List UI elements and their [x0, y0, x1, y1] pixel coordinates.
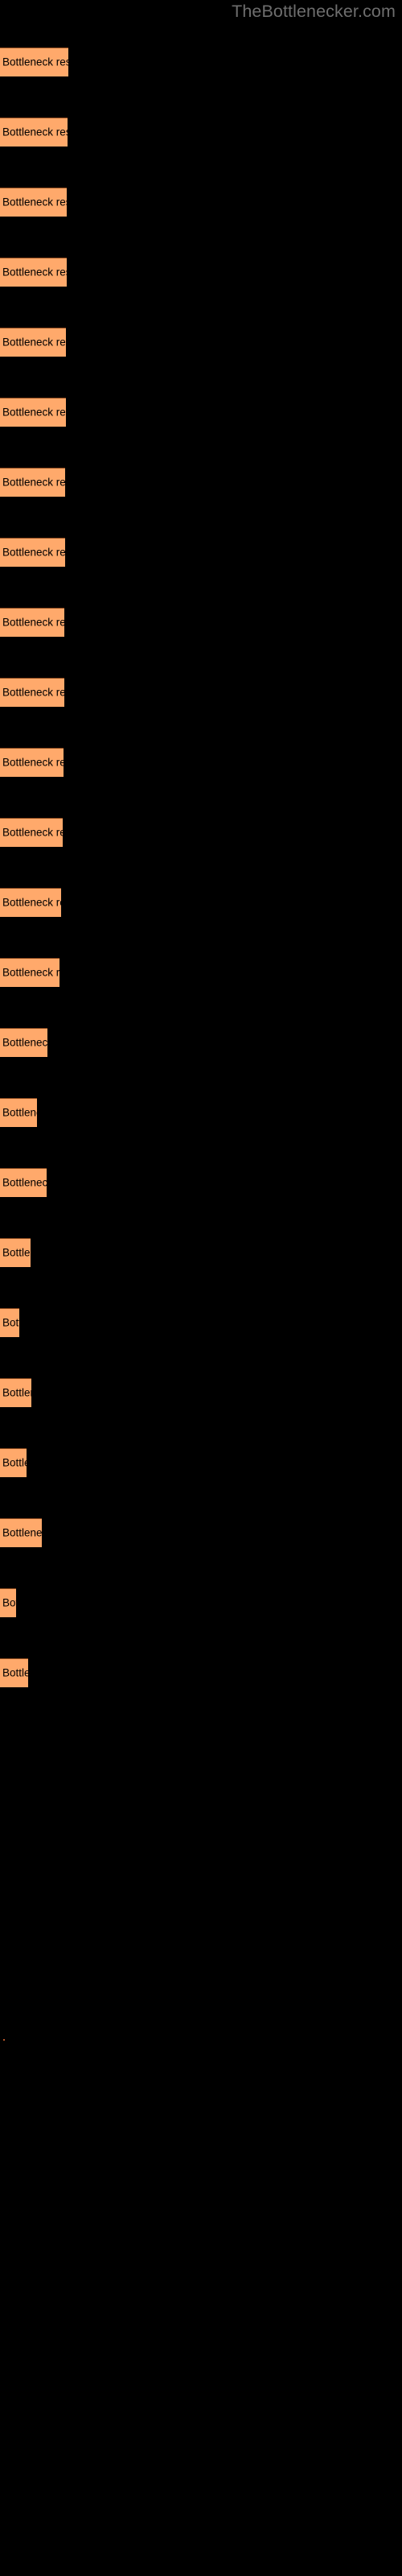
bar-fill — [0, 1658, 28, 1687]
bar-clip: Bottleneck result — [0, 1238, 31, 1267]
bar-fill — [0, 1168, 47, 1197]
bar-row: Bottleneck result — [0, 748, 64, 777]
bar-clip: Bottleneck result — [0, 1658, 28, 1687]
bottleneck-chart-root: TheBottlenecker.com Bottleneck resultBot… — [0, 0, 402, 2576]
bar-row: Bottleneck result — [0, 1448, 27, 1477]
bar-fill — [0, 1518, 42, 1547]
bar-row: Bottleneck result — [0, 818, 63, 847]
bar-row: Bottleneck result — [0, 1238, 31, 1267]
stray-artifact-pixel — [3, 2039, 5, 2041]
bar-clip: Bottleneck result — [0, 888, 61, 917]
bar-row: Bottleneck result — [0, 398, 66, 427]
bar-clip: Bottleneck result — [0, 538, 65, 567]
bar-fill — [0, 958, 59, 987]
bar-fill — [0, 47, 68, 76]
bar-clip: Bottleneck result — [0, 1168, 47, 1197]
bar-fill — [0, 1028, 47, 1057]
bar-row: Bottleneck result — [0, 678, 64, 707]
bar-clip: Bottleneck result — [0, 188, 67, 217]
bar-row: Bottleneck result — [0, 118, 68, 147]
bar-fill — [0, 188, 67, 217]
bar-row: Bottleneck result — [0, 1168, 47, 1197]
bar-row: Bottleneck result — [0, 958, 59, 987]
bar-clip: Bottleneck result — [0, 1518, 42, 1547]
bar-row: Bottleneck result — [0, 468, 65, 497]
bar-row: Bottleneck result — [0, 608, 64, 637]
bar-fill — [0, 118, 68, 147]
bar-clip: Bottleneck result — [0, 398, 66, 427]
bar-row: Bottleneck result — [0, 47, 68, 76]
bar-fill — [0, 818, 63, 847]
bar-clip: Bottleneck result — [0, 1098, 37, 1127]
bar-fill — [0, 608, 64, 637]
bar-row: Bottleneck result — [0, 1028, 47, 1057]
bar-fill — [0, 398, 66, 427]
bar-clip: Bottleneck result — [0, 1448, 27, 1477]
bar-fill — [0, 678, 64, 707]
bar-clip: Bottleneck result — [0, 748, 64, 777]
bar-row: Bottleneck result — [0, 1308, 19, 1337]
bar-fill — [0, 1238, 31, 1267]
bar-clip: Bottleneck result — [0, 608, 64, 637]
bar-clip: Bottleneck result — [0, 258, 67, 287]
bar-row: Bottleneck result — [0, 1378, 31, 1407]
bar-row: Bottleneck result — [0, 1518, 42, 1547]
bar-fill — [0, 1378, 31, 1407]
bar-fill — [0, 328, 66, 357]
bar-row: Bottleneck result — [0, 188, 67, 217]
bar-clip: Bottleneck result — [0, 47, 68, 76]
bar-fill — [0, 1448, 27, 1477]
bar-chart-bars-layer: Bottleneck result Bottleneck result Bottle… — [0, 0, 402, 2576]
bar-clip: Bottleneck result — [0, 468, 65, 497]
bar-fill — [0, 1588, 16, 1617]
bar-row: Bottleneck result — [0, 1588, 16, 1617]
bar-clip: Bottleneck result — [0, 1308, 19, 1337]
bar-fill — [0, 748, 64, 777]
bar-fill — [0, 468, 65, 497]
bar-fill — [0, 538, 65, 567]
bar-row: Bottleneck result — [0, 888, 61, 917]
bar-row: Bottleneck result — [0, 1658, 28, 1687]
bar-row: Bottleneck result — [0, 1098, 37, 1127]
bar-clip: Bottleneck result — [0, 118, 68, 147]
bar-clip: Bottleneck result — [0, 818, 63, 847]
bar-clip: Bottleneck result — [0, 678, 64, 707]
bar-clip: Bottleneck result — [0, 328, 66, 357]
bar-fill — [0, 888, 61, 917]
bar-fill — [0, 1308, 19, 1337]
bar-row: Bottleneck result — [0, 258, 67, 287]
bar-clip: Bottleneck result — [0, 1378, 31, 1407]
bar-clip: Bottleneck result — [0, 1028, 47, 1057]
bar-row: Bottleneck result — [0, 538, 65, 567]
bar-clip: Bottleneck result — [0, 958, 59, 987]
bar-clip: Bottleneck result — [0, 1588, 16, 1617]
bar-fill — [0, 1098, 37, 1127]
bar-row: Bottleneck result — [0, 328, 66, 357]
bar-fill — [0, 258, 67, 287]
